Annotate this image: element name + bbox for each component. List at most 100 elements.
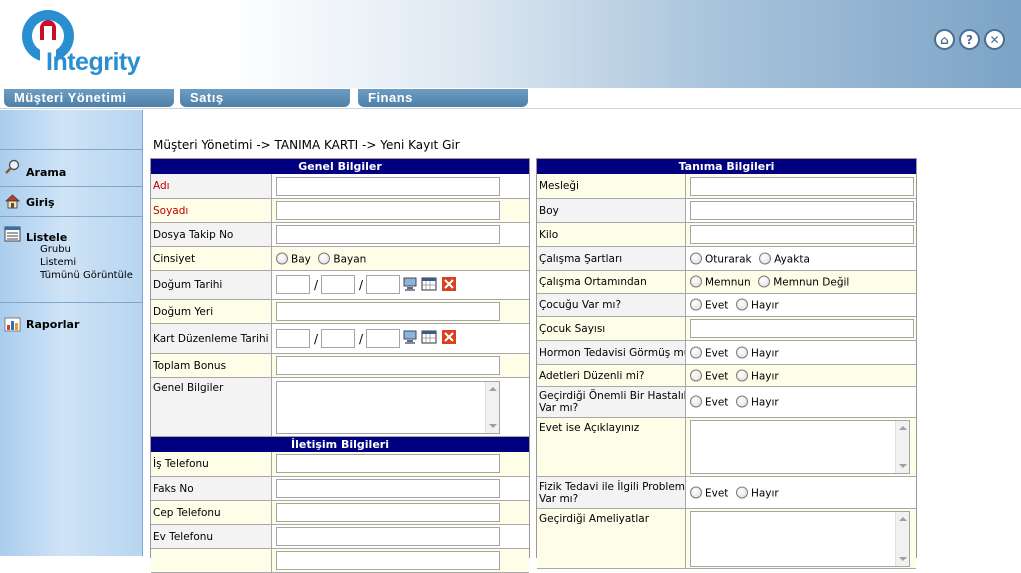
label-meslegi: Mesleği [539,180,579,192]
is-tel-input[interactable] [276,454,500,473]
cocugu-evet-radio[interactable] [690,298,702,311]
hayir-label: Hayır [750,396,779,409]
next-input[interactable] [276,551,500,570]
ameliyat-textarea[interactable] [690,511,910,567]
label-calisma-ortami: Çalışma Ortamından [539,276,647,288]
textarea-scrollbar[interactable] [895,421,909,473]
house-icon [4,194,21,209]
hormon-hayir-radio[interactable] [735,346,748,358]
ayakta-radio[interactable] [759,252,772,264]
memnun-radio[interactable] [690,275,702,288]
clear-icon[interactable] [441,277,457,291]
date-separator: / [314,278,319,292]
fizik-evet-radio[interactable] [690,486,702,498]
sidebar-item-label: Listele [26,231,68,244]
computer-icon[interactable] [403,330,419,344]
sidebar-item-raporlar[interactable]: Raporlar [0,302,143,342]
row-fizik-tedavi: Fizik Tedavi ile İlgili Problemi Var mı?… [537,477,916,509]
toplam-bonus-input[interactable] [276,356,500,375]
label-cocugu: Çocuğu Var mı? [539,299,622,311]
logo-text: Integrity [46,48,141,76]
tab-finans[interactable]: Finans [358,89,528,107]
sidebar-subitem-grubu[interactable]: Grubu [40,244,71,255]
dogum-gun-input[interactable] [276,275,310,294]
hastalik-evet-radio[interactable] [690,395,702,408]
dogum-ay-input[interactable] [321,275,355,294]
calendar-icon[interactable] [421,330,437,344]
fizik-hayir-radio[interactable] [735,486,748,498]
sidebar-item-giris[interactable]: Giriş [0,186,143,216]
label-faks: Faks No [153,482,194,495]
soyadi-input[interactable] [276,201,500,220]
boy-input[interactable] [690,201,914,220]
computer-icon[interactable] [403,277,419,291]
sidebar-subitem-tumunu-goruntule[interactable]: Tümünü Görüntüle [40,270,133,281]
oturarak-radio[interactable] [690,252,702,264]
bay-radio[interactable] [276,252,288,264]
textarea-scrollbar[interactable] [895,512,909,566]
list-icon [4,226,21,242]
left-form-panel: Genel Bilgiler Adı Soyadı Dosya Takip No… [150,158,530,573]
label-toplam-bonus: Toplam Bonus [153,359,227,372]
hormon-evet-radio[interactable] [690,346,702,358]
label-boy: Boy [539,204,559,217]
label-adi: Adı [153,180,170,192]
bayan-label: Bayan [333,253,367,265]
tab-satis[interactable]: Satış [180,89,350,107]
meslegi-input[interactable] [690,177,914,196]
evet-label: Evet [705,347,729,359]
close-icon[interactable]: ✕ [984,29,1005,50]
evet-label: Evet [705,487,729,499]
label-ev-tel: Ev Telefonu [153,530,214,543]
calendar-icon[interactable] [421,277,437,291]
adetleri-hayir-radio[interactable] [735,369,748,381]
row-calisma-sartlari: Çalışma Şartları Oturarak Ayakta [537,247,916,271]
textarea-scrollbar[interactable] [485,382,499,433]
evet-label: Evet [705,370,729,382]
sidebar-item-listele[interactable]: Listele Grubu Listemi Tümünü Görüntüle [0,216,143,302]
evet-ise-textarea[interactable] [690,420,910,474]
cocugu-hayir-radio[interactable] [735,298,748,311]
bay-label: Bay [291,253,311,265]
memnun-degil-label: Memnun Değil [773,276,850,289]
cocuk-sayisi-input[interactable] [690,319,914,338]
row-toplam-bonus: Toplam Bonus [151,354,529,378]
row-boy: Boy [537,199,916,223]
memnun-degil-radio[interactable] [758,275,771,288]
row-dogum-tarihi: Doğum Tarihi / / [151,271,529,300]
kart-gun-input[interactable] [276,329,310,348]
ev-tel-input[interactable] [276,527,500,546]
row-cep-tel: Cep Telefonu [151,501,529,525]
oturarak-label: Oturarak [705,253,752,265]
row-evet-ise: Evet ise Açıklayınız [537,418,916,477]
label-hastalik: Geçirdiği Önemli Bir Hastalık Var mı? [539,390,690,414]
date-separator: / [359,332,364,346]
adetleri-evet-radio[interactable] [690,369,702,381]
bayan-radio[interactable] [318,252,331,264]
label-cocuk-sayisi: Çocuk Sayısı [539,322,606,335]
dogum-yil-input[interactable] [366,275,400,294]
section-header-genel: Genel Bilgiler [151,159,529,174]
dosya-takip-input[interactable] [276,225,500,244]
help-icon[interactable]: ? [959,29,980,50]
kart-yil-input[interactable] [366,329,400,348]
genel-bilgiler-textarea[interactable] [276,381,500,434]
home-icon[interactable]: ⌂ [934,29,955,50]
cep-tel-input[interactable] [276,503,500,522]
sidebar: Arama Giriş Listele Grubu Listemi Tümünü… [0,110,143,556]
clear-icon[interactable] [441,330,457,344]
hayir-label: Hayır [750,347,779,359]
search-icon [5,159,20,174]
row-is-tel: İş Telefonu [151,452,529,477]
tab-musteri-yonetimi[interactable]: Müşteri Yönetimi [4,89,174,107]
kart-ay-input[interactable] [321,329,355,348]
sidebar-item-arama[interactable]: Arama [0,149,143,186]
dogum-yeri-input[interactable] [276,302,500,321]
sidebar-subitem-listemi[interactable]: Listemi [40,257,76,268]
chart-icon [4,317,21,332]
kilo-input[interactable] [690,225,914,244]
faks-input[interactable] [276,479,500,498]
adi-input[interactable] [276,177,500,196]
label-cep-tel: Cep Telefonu [153,506,221,519]
hastalik-hayir-radio[interactable] [735,395,748,408]
